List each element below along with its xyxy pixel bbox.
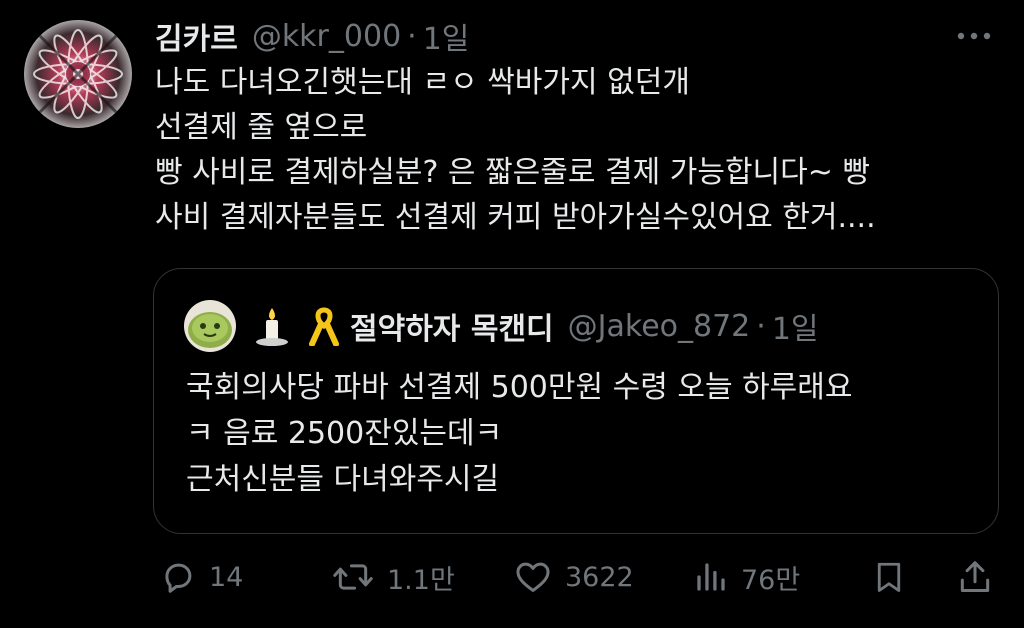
quoted-text-line: 국회의사당 파바 선결제 500만원 수령 오늘 하루래요 [186, 370, 853, 405]
quoted-post-text: 국회의사당 파바 선결제 500만원 수령 오늘 하루래요 ㅋ 음료 2500잔… [186, 365, 852, 503]
quoted-post-card[interactable]: 절약하자 목캔디 @Jakeo_872 · 1일 국회의사당 파바 선결제 50… [153, 268, 999, 534]
post-text: 나도 다녀오긴햇는대 ㄹㅇ 싹바가지 없던개 선결제 줄 옆으로 빵 사비로 결… [155, 60, 1000, 240]
repost-button[interactable]: 1.1만 [331, 552, 455, 602]
separator-dot: · [756, 308, 766, 344]
share-icon [960, 561, 990, 592]
reply-button[interactable]: 14 [159, 552, 243, 602]
post-time[interactable]: 1일 [423, 14, 470, 58]
post-text-line: 나도 다녀오긴햇는대 ㄹㅇ 싹바가지 없던개 [155, 65, 690, 100]
separator-dot: · [407, 18, 417, 54]
quoted-text-line: 근처신분들 다녀와주시길 [186, 462, 500, 497]
quoted-post-header: 절약하자 목캔디 @Jakeo_872 · 1일 [184, 299, 819, 353]
quoted-post-time: 1일 [771, 312, 819, 347]
heart-icon [516, 562, 550, 592]
reply-icon [165, 563, 192, 593]
more-options-button[interactable] [954, 22, 994, 50]
author-avatar[interactable] [24, 20, 132, 128]
bookmark-icon [877, 562, 901, 592]
author-name[interactable]: 김카르 [155, 14, 238, 58]
post-header: 김카르 @kkr_000 · 1일 [155, 12, 469, 60]
quoted-text-line: ㅋ 음료 2500잔있는데ㅋ [186, 416, 503, 451]
candle-icon [254, 306, 290, 346]
post-text-line: 빵 사비로 결제하실분? 은 짧은줄로 결제 가능합니다~ 빵 [155, 155, 871, 190]
quoted-author-name: 절약하자 목캔디 [350, 312, 554, 347]
author-handle[interactable]: @kkr_000 [252, 19, 401, 54]
like-count: 3622 [565, 561, 634, 593]
post-text-line: 사비 결제자분들도 선결제 커피 받아가실수있어요 한거.... [155, 200, 876, 235]
reply-count: 14 [209, 561, 244, 593]
repost-icon [333, 564, 373, 590]
share-button[interactable] [956, 552, 994, 602]
views-icon [697, 563, 725, 591]
bookmark-button[interactable] [871, 552, 907, 602]
views-button[interactable]: 76만 [693, 552, 800, 602]
repost-count: 1.1만 [387, 564, 455, 596]
more-icon [957, 32, 991, 40]
views-count: 76만 [741, 564, 801, 596]
post-text-line: 선결제 줄 옆으로 [155, 110, 368, 145]
quoted-author-handle: @Jakeo_872 [567, 308, 751, 344]
quoted-author-avatar [184, 300, 236, 352]
ribbon-icon [308, 306, 340, 346]
like-button[interactable]: 3622 [513, 552, 634, 602]
action-bar: 14 1.1만 3622 76만 [155, 552, 1000, 602]
